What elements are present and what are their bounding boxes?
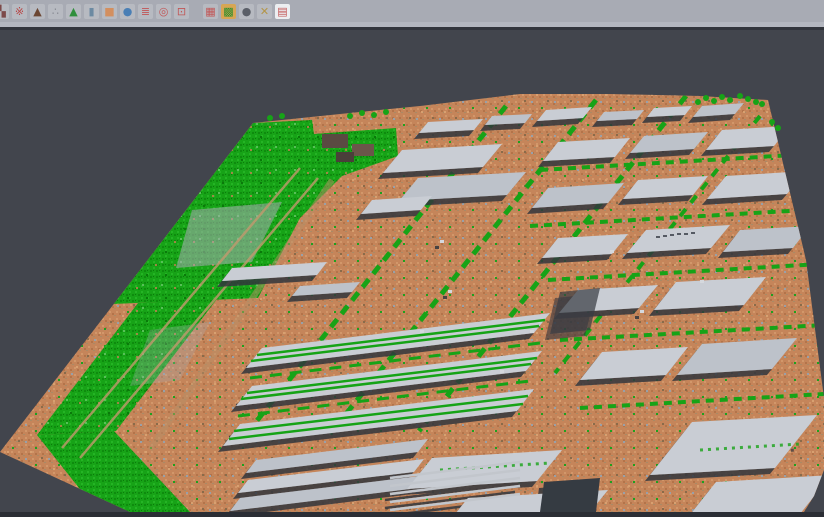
statusbar	[0, 512, 824, 517]
classification-map-icon[interactable]: ▩	[221, 4, 236, 19]
fence-select-icon[interactable]: ⊡	[174, 4, 189, 19]
toolbar: ▚※▲∴▲▮■●≣◎⊡▦▩●✕▤	[0, 0, 824, 22]
point-cloud-scene	[0, 30, 824, 512]
terrain-icon[interactable]: ▲	[30, 4, 45, 19]
target-icon[interactable]: ◎	[156, 4, 171, 19]
grid-icon[interactable]: ▦	[203, 4, 218, 19]
clip-icon[interactable]: ✕	[257, 4, 272, 19]
cross-sections-icon[interactable]: ≣	[138, 4, 153, 19]
scatter-points-icon[interactable]: ※	[12, 4, 27, 19]
globe-icon[interactable]: ●	[120, 4, 135, 19]
3d-viewport[interactable]	[0, 30, 824, 512]
classify-points-icon[interactable]: ▚	[0, 4, 9, 19]
toolbar-group-1: ▚※▲∴▲▮■●≣◎⊡	[0, 4, 191, 19]
toolbar-group-2: ▦▩●✕▤	[201, 4, 292, 19]
vegetation-icon[interactable]: ▲	[66, 4, 81, 19]
layers-icon[interactable]: ▤	[275, 4, 290, 19]
sphere-icon[interactable]: ●	[239, 4, 254, 19]
ortho-image-icon[interactable]: ■	[102, 4, 117, 19]
profile-view-icon[interactable]: ▮	[84, 4, 99, 19]
low-points-icon[interactable]: ∴	[48, 4, 63, 19]
